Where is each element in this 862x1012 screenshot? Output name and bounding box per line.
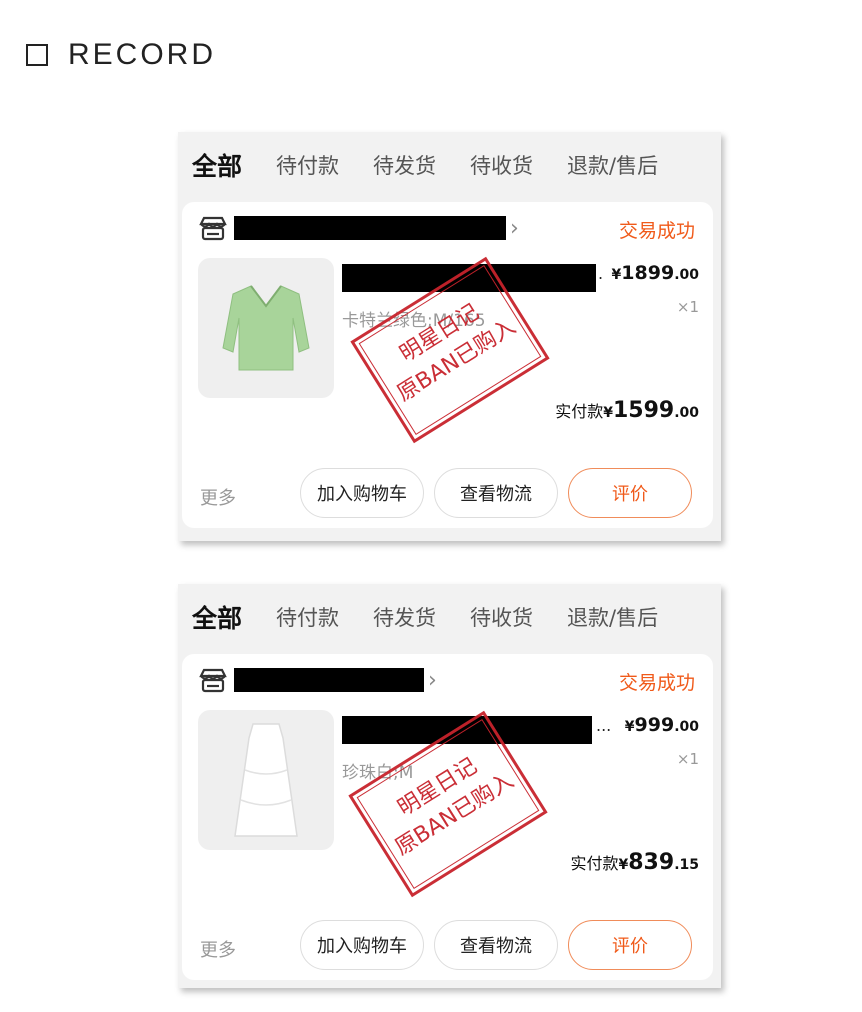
paid-integer: 839 xyxy=(628,850,675,875)
price-integer: 1899 xyxy=(621,262,675,284)
tab-pending-payment[interactable]: 待付款 xyxy=(276,150,339,180)
add-to-cart-button[interactable]: 加入购物车 xyxy=(300,920,424,970)
order-status: 交易成功 xyxy=(618,220,695,242)
paid-label: 实付款 xyxy=(555,402,604,421)
store-name-redacted xyxy=(234,668,424,692)
more-link[interactable]: 更多 xyxy=(200,936,236,962)
paid-currency: ¥ xyxy=(603,405,613,421)
checkbox-icon[interactable] xyxy=(26,44,48,66)
store-icon xyxy=(199,216,227,241)
paid-decimal: .15 xyxy=(674,857,699,873)
paid-currency: ¥ xyxy=(618,857,629,873)
price-currency: ¥ xyxy=(624,719,635,735)
product-price: ¥1899.00 xyxy=(612,262,699,284)
order-tabs: 全部 待付款 待发货 待收货 退款/售后 xyxy=(178,584,721,650)
tab-pending-receipt[interactable]: 待收货 xyxy=(470,150,533,180)
product-quantity: ×1 xyxy=(676,298,699,316)
tab-refund[interactable]: 退款/售后 xyxy=(567,150,658,180)
page-title: RECORD xyxy=(68,38,217,71)
title-ellipsis: ... xyxy=(596,716,612,735)
view-logistics-button[interactable]: 查看物流 xyxy=(434,920,558,970)
store-icon xyxy=(199,668,227,693)
tab-all[interactable]: 全部 xyxy=(192,599,242,635)
product-thumbnail[interactable] xyxy=(198,710,334,850)
price-integer: 999 xyxy=(634,714,675,736)
skirt-image xyxy=(234,723,298,837)
view-logistics-button[interactable]: 查看物流 xyxy=(434,468,558,518)
paid-amount: 实付款¥839.15 xyxy=(570,850,699,875)
paid-label: 实付款 xyxy=(570,854,619,873)
page-header: RECORD xyxy=(26,38,216,72)
chevron-right-icon: › xyxy=(510,215,519,241)
product-price: ¥999.00 xyxy=(625,714,699,736)
product-quantity: ×1 xyxy=(676,750,699,768)
tab-pending-shipment[interactable]: 待发货 xyxy=(373,150,436,180)
product-thumbnail[interactable] xyxy=(198,258,334,398)
store-name-redacted xyxy=(234,216,506,240)
paid-integer: 1599 xyxy=(612,398,675,423)
sweater-image xyxy=(222,285,310,371)
order-tabs: 全部 待付款 待发货 待收货 退款/售后 xyxy=(178,132,721,198)
chevron-right-icon: › xyxy=(428,667,437,693)
tab-pending-payment[interactable]: 待付款 xyxy=(276,602,339,632)
tab-pending-shipment[interactable]: 待发货 xyxy=(373,602,436,632)
paid-amount: 实付款¥1599.00 xyxy=(555,398,699,423)
tab-refund[interactable]: 退款/售后 xyxy=(567,602,658,632)
paid-decimal: .00 xyxy=(674,405,699,421)
price-currency: ¥ xyxy=(611,267,622,283)
price-decimal: .00 xyxy=(674,267,699,283)
more-link[interactable]: 更多 xyxy=(200,484,236,510)
tab-all[interactable]: 全部 xyxy=(192,147,242,183)
add-to-cart-button[interactable]: 加入购物车 xyxy=(300,468,424,518)
review-button[interactable]: 评价 xyxy=(568,468,692,518)
order-status: 交易成功 xyxy=(618,672,695,694)
review-button[interactable]: 评价 xyxy=(568,920,692,970)
title-ellipsis: . xyxy=(598,264,604,283)
price-decimal: .00 xyxy=(674,719,699,735)
tab-pending-receipt[interactable]: 待收货 xyxy=(470,602,533,632)
